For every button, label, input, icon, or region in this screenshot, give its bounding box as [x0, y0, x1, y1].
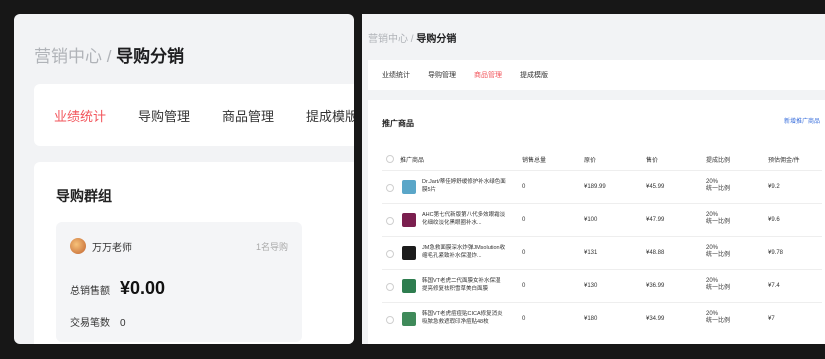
original-price: ¥180: [584, 316, 598, 322]
commission-rate: 20% 统一比例: [706, 311, 730, 325]
transactions-label: 交易笔数: [70, 318, 110, 329]
row-checkbox[interactable]: [386, 217, 394, 225]
table-row[interactable]: Dr.Jart/蒂佳婷舒缓修护补水绿色面膜5片 0 ¥189.99 ¥45.99 20%…: [382, 170, 822, 203]
tab-guide-management[interactable]: 导购管理: [138, 106, 190, 125]
add-promoted-product-link[interactable]: 新增推广商品: [784, 116, 820, 125]
tab-product-management[interactable]: 商品管理: [222, 106, 274, 125]
breadcrumb-current: 导购分销: [416, 34, 457, 45]
row-checkbox[interactable]: [386, 250, 394, 258]
tab-bar: 业绩统计 导购管理 商品管理 提成模版: [368, 60, 825, 90]
rate-value: 20%: [706, 311, 719, 317]
sale-price: ¥45.99: [646, 184, 665, 190]
guide-group-card: 导购群组 万万老师 1名导购 总销售额 ¥0.00 交易笔数 0: [34, 162, 354, 344]
sales-total: 0: [522, 316, 526, 322]
sale-price: ¥48.88: [646, 250, 665, 256]
sale-price: ¥34.99: [646, 316, 665, 322]
group-name: 万万老师: [92, 242, 132, 254]
rate-note: 统一比例: [706, 219, 731, 225]
commission-rate: 20% 统一比例: [706, 179, 730, 193]
breadcrumb-separator: /: [102, 47, 117, 66]
tab-guide-management[interactable]: 导购管理: [428, 70, 456, 80]
rate-value: 20%: [706, 179, 719, 185]
breadcrumb-current: 导购分销: [116, 47, 185, 66]
product-thumbnail: [402, 312, 416, 326]
estimated-commission: ¥9.6: [768, 217, 780, 223]
original-price: ¥189.99: [584, 184, 606, 190]
tab-product-management[interactable]: 商品管理: [474, 70, 502, 80]
product-thumbnail: [402, 279, 416, 293]
tab-commission-template[interactable]: 提成模版: [520, 70, 548, 80]
estimated-commission: ¥9.2: [768, 184, 780, 190]
col-original-price: 原价: [584, 158, 597, 164]
row-checkbox[interactable]: [386, 316, 394, 324]
breadcrumb-parent[interactable]: 营销中心: [368, 34, 408, 45]
sales-value: ¥0.00: [120, 278, 166, 298]
original-price: ¥100: [584, 217, 598, 223]
sales-total: 0: [522, 184, 526, 190]
rate-note: 统一比例: [706, 318, 731, 324]
sales-total: 0: [522, 250, 526, 256]
sales-total: 0: [522, 283, 526, 289]
table-header: 推广商品 销售总量 原价 售价 提成比例 预估佣金/件: [382, 154, 822, 166]
estimated-commission: ¥7: [768, 316, 775, 322]
table-row[interactable]: 韩国VT老虎痘痘贴CICA修复消炎吸脓急救遮瑕印净痘贴48枚 0 ¥180 ¥34.9…: [382, 302, 822, 335]
tab-performance[interactable]: 业绩统计: [54, 106, 106, 125]
left-panel: 营销中心 / 导购分销 业绩统计 导购管理 商品管理 提成模版 导购群组 万万老…: [14, 14, 354, 344]
product-name[interactable]: Dr.Jart/蒂佳婷舒缓修护补水绿色面膜5片: [422, 178, 506, 196]
rate-note: 统一比例: [706, 285, 731, 291]
tab-commission-template[interactable]: 提成模版: [306, 106, 354, 125]
rate-value: 20%: [706, 245, 719, 251]
promoted-products-card: 推广商品 新增推广商品 推广商品 销售总量 原价 售价 提成比例 预估佣金/件 …: [368, 100, 825, 344]
col-product: 推广商品: [400, 158, 425, 164]
rate-note: 统一比例: [706, 186, 731, 192]
breadcrumb: 营销中心 / 导购分销: [34, 42, 184, 67]
rate-value: 20%: [706, 212, 719, 218]
product-name[interactable]: 韩国VT老虎二代面膜女补水保湿提亮修复祛积雪草美白面膜: [422, 277, 506, 295]
product-name[interactable]: AHC第七代新版第八代多效眼霜淡化细纹淡化黑眼圈补水...: [422, 211, 506, 229]
col-commission: 预估佣金/件: [768, 158, 800, 164]
product-thumbnail: [402, 246, 416, 260]
commission-rate: 20% 统一比例: [706, 278, 730, 292]
estimated-commission: ¥7.4: [768, 283, 780, 289]
rate-note: 统一比例: [706, 252, 731, 258]
member-count: 1名导购: [255, 242, 288, 252]
product-name[interactable]: 韩国VT老虎痘痘贴CICA修复消炎吸脓急救遮瑕印净痘贴48枚: [422, 310, 506, 328]
product-name[interactable]: JM急救面膜深水炸弹JMsolution收缩毛孔紧致补水保湿炸...: [422, 244, 506, 262]
table-row[interactable]: 韩国VT老虎二代面膜女补水保湿提亮修复祛积雪草美白面膜 0 ¥130 ¥36.99 20…: [382, 269, 822, 302]
row-checkbox[interactable]: [386, 283, 394, 291]
sale-price: ¥36.99: [646, 283, 665, 289]
card-title: 导购群组: [56, 188, 112, 204]
row-checkbox[interactable]: [386, 184, 394, 192]
col-price: 售价: [646, 158, 659, 164]
breadcrumb-parent[interactable]: 营销中心: [34, 47, 102, 66]
product-thumbnail: [402, 213, 416, 227]
original-price: ¥130: [584, 283, 598, 289]
col-rate: 提成比例: [706, 158, 731, 164]
breadcrumb: 营销中心 / 导购分销: [368, 30, 456, 45]
col-sales: 销售总量: [522, 158, 547, 164]
group-item[interactable]: 万万老师 1名导购 总销售额 ¥0.00 交易笔数 0: [56, 222, 302, 342]
commission-rate: 20% 统一比例: [706, 212, 730, 226]
sales-total: 0: [522, 217, 526, 223]
avatar: [70, 238, 86, 254]
select-all-checkbox[interactable]: [386, 155, 394, 163]
product-thumbnail: [402, 180, 416, 194]
tab-performance[interactable]: 业绩统计: [382, 70, 410, 80]
card-title: 推广商品: [382, 119, 414, 128]
transactions-value: 0: [120, 318, 126, 329]
table-row[interactable]: AHC第七代新版第八代多效眼霜淡化细纹淡化黑眼圈补水... 0 ¥100 ¥47.99…: [382, 203, 822, 236]
commission-rate: 20% 统一比例: [706, 245, 730, 259]
table-row[interactable]: JM急救面膜深水炸弹JMsolution收缩毛孔紧致补水保湿炸... 0 ¥131 ¥…: [382, 236, 822, 269]
right-panel: 营销中心 / 导购分销 业绩统计 导购管理 商品管理 提成模版 推广商品 新增推…: [362, 14, 825, 344]
sales-label: 总销售额: [70, 286, 110, 297]
rate-value: 20%: [706, 278, 719, 284]
sale-price: ¥47.99: [646, 217, 665, 223]
tab-bar: 业绩统计 导购管理 商品管理 提成模版: [34, 84, 354, 146]
original-price: ¥131: [584, 250, 598, 256]
estimated-commission: ¥9.78: [768, 250, 784, 256]
